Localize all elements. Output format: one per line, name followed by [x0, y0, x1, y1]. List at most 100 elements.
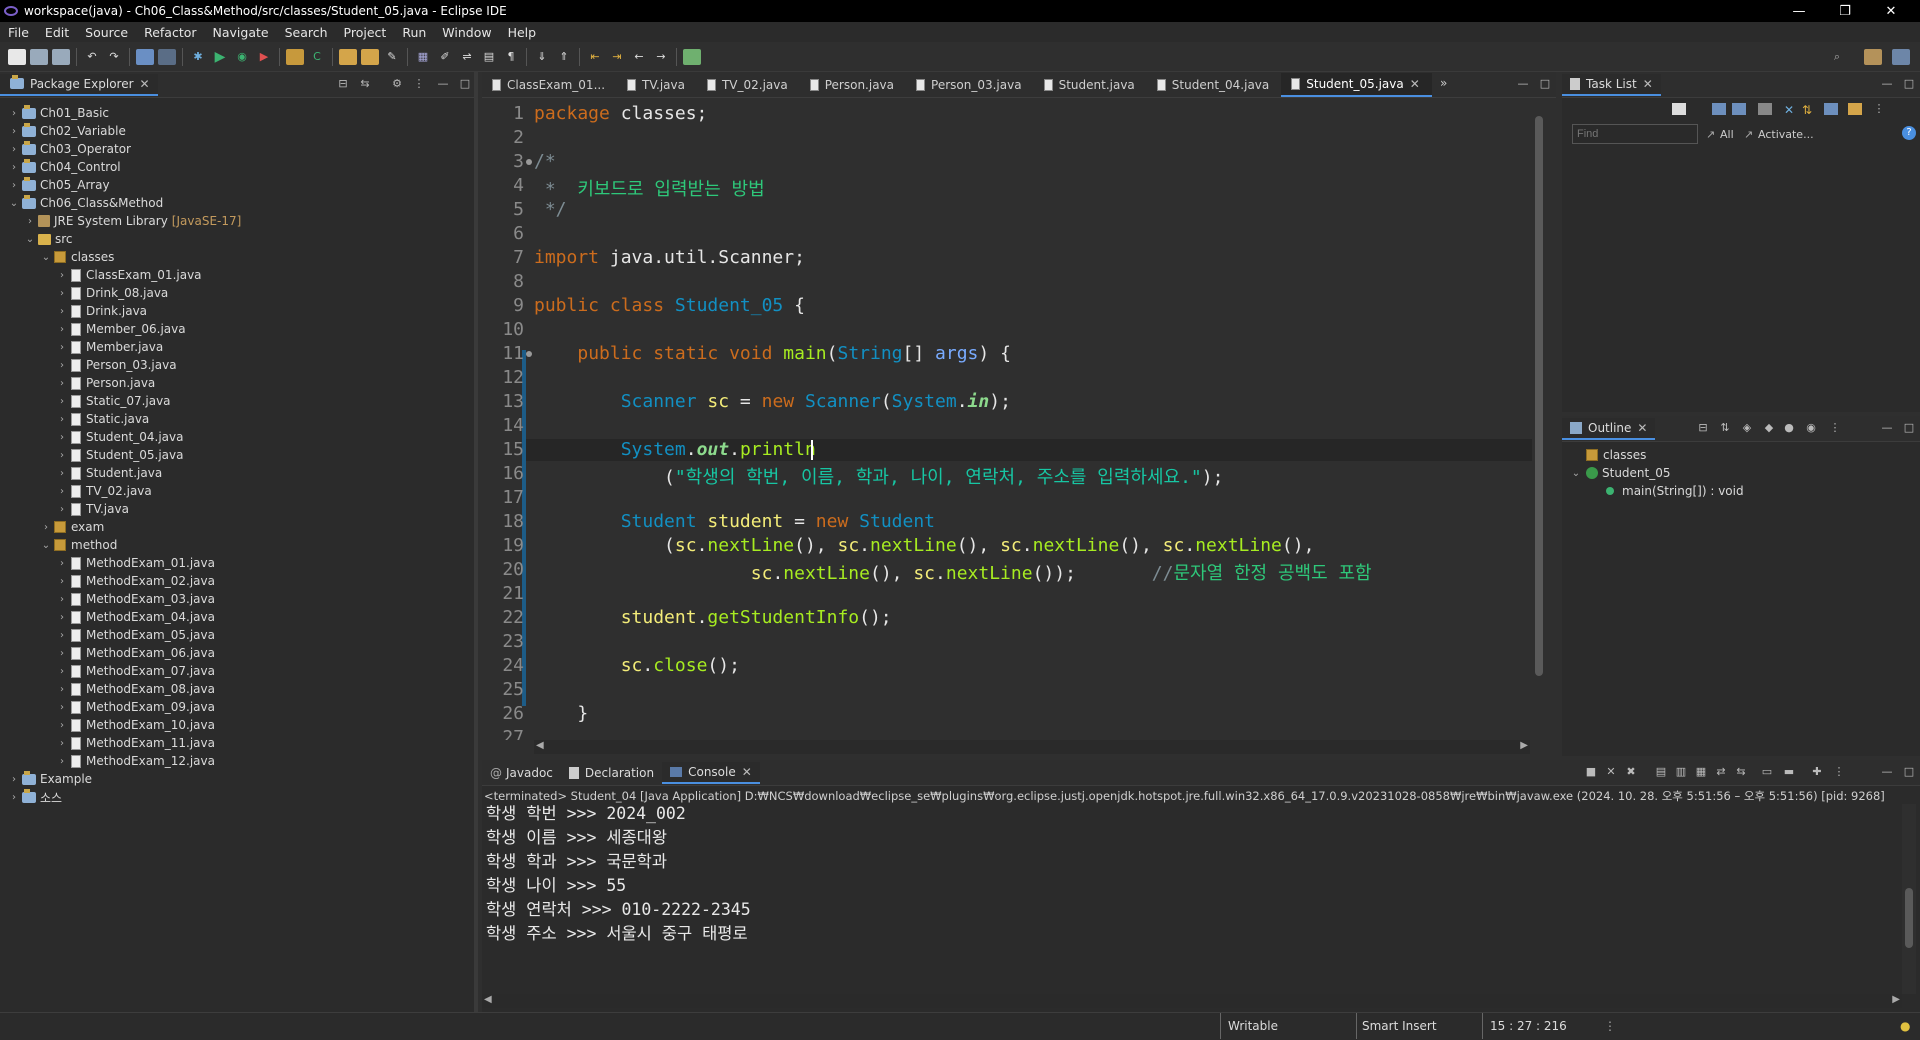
chevron-right-icon[interactable]: › — [8, 162, 20, 173]
scroll-left-icon[interactable]: ◀ — [536, 740, 544, 751]
tree-item[interactable]: › Ch05_Array — [8, 176, 110, 194]
sort-icon[interactable]: ⇅ — [1718, 422, 1732, 434]
code-line[interactable]: sc.close(); — [534, 655, 740, 676]
open-task-icon[interactable] — [361, 48, 379, 65]
fold-marker-icon[interactable] — [526, 351, 532, 357]
chevron-right-icon[interactable]: › — [8, 126, 20, 137]
tab-outline[interactable]: Outline ✕ — [1562, 417, 1656, 440]
tree-item[interactable]: › Member.java — [56, 338, 163, 356]
menu-file[interactable]: File — [0, 25, 37, 40]
tree-item[interactable]: ⌄ classes — [40, 248, 115, 266]
close-icon[interactable]: ✕ — [1637, 421, 1647, 435]
editor-tab[interactable]: ClassExam_01... — [482, 73, 617, 97]
categorize-icon[interactable] — [1712, 103, 1726, 115]
tree-item[interactable]: › MethodExam_07.java — [56, 662, 215, 680]
chevron-right-icon[interactable]: › — [56, 630, 68, 641]
lightbulb-icon[interactable]: ● — [1900, 1019, 1910, 1033]
close-icon[interactable]: ✕ — [742, 765, 752, 779]
chevron-down-icon[interactable]: ⌄ — [1570, 468, 1582, 479]
collapse-icon[interactable]: ✕ — [1784, 103, 1798, 117]
new-icon[interactable] — [8, 48, 26, 65]
chevron-right-icon[interactable]: › — [40, 522, 52, 533]
show-whitespace-icon[interactable]: ¶ — [502, 49, 520, 65]
code-line[interactable]: sc.nextLine(), sc.nextLine()); //문자열 한정 … — [534, 559, 1372, 585]
tree-item[interactable]: › MethodExam_12.java — [56, 752, 215, 770]
chevron-right-icon[interactable]: › — [56, 324, 68, 335]
code-line[interactable]: */ — [534, 199, 567, 220]
close-icon[interactable]: ✕ — [140, 77, 150, 91]
chevron-right-icon[interactable]: › — [56, 684, 68, 695]
chevron-right-icon[interactable]: › — [56, 504, 68, 515]
editor-tab[interactable]: Person.java — [800, 73, 906, 97]
chevron-right-icon[interactable]: › — [56, 720, 68, 731]
chevron-right-icon[interactable]: › — [56, 414, 68, 425]
scroll-left-icon[interactable]: ◀ — [484, 994, 492, 1005]
console-vertical-scrollbar[interactable] — [1902, 804, 1916, 994]
menu-search[interactable]: Search — [277, 25, 336, 40]
search-icon[interactable]: ⌕ — [1828, 49, 1846, 65]
console-scroll-thumb[interactable] — [1905, 888, 1913, 948]
collapse-all-icon[interactable]: ⊟ — [336, 78, 350, 90]
code-line[interactable]: import java.util.Scanner; — [534, 247, 805, 268]
word-wrap-icon[interactable]: ▦ — [1694, 766, 1708, 778]
code-line[interactable]: package classes; — [534, 103, 707, 124]
link-with-editor-icon[interactable]: ⇆ — [358, 78, 372, 90]
maximize-view-icon[interactable]: □ — [1902, 78, 1916, 90]
console-horizontal-scrollbar[interactable]: ◀ ▶ — [482, 994, 1902, 1008]
annotation-icon[interactable]: ✐ — [436, 49, 454, 65]
chevron-right-icon[interactable]: › — [8, 180, 20, 191]
tree-item[interactable]: › MethodExam_03.java — [56, 590, 215, 608]
outline-item[interactable]: ⌄ Student_05 — [1570, 464, 1671, 482]
console-output[interactable]: 학생 학번 >>> 2024_002 학생 이름 >>> 세종대왕 학생 학과 >>… — [486, 802, 751, 946]
open-console-icon[interactable]: ✚ — [1810, 766, 1824, 778]
insert-mode-status[interactable]: Smart Insert — [1362, 1019, 1437, 1033]
schedule-icon[interactable] — [1732, 103, 1746, 115]
close-icon[interactable]: ✕ — [1643, 77, 1653, 91]
tree-item[interactable]: ⌄ src — [24, 230, 73, 248]
chevron-right-icon[interactable]: › — [24, 216, 36, 227]
hide-nonpublic-icon[interactable]: ● — [1782, 422, 1796, 434]
tree-item[interactable]: › MethodExam_05.java — [56, 626, 215, 644]
editor-tab[interactable]: Person_03.java — [906, 73, 1034, 97]
new-class-icon[interactable]: C — [308, 49, 326, 65]
open-type-icon[interactable] — [339, 48, 357, 65]
minimize-view-icon[interactable]: — — [1880, 766, 1894, 778]
chevron-right-icon[interactable]: › — [56, 558, 68, 569]
scroll-right-icon[interactable]: ▶ — [1520, 740, 1528, 751]
save-all-icon[interactable] — [52, 48, 70, 65]
forward-icon[interactable]: → — [652, 49, 670, 65]
tree-item[interactable]: › TV_02.java — [56, 482, 152, 500]
editor-tab[interactable]: TV.java — [617, 73, 697, 97]
status-menu-icon[interactable]: ⋮ — [1604, 1019, 1616, 1033]
skip-breakpoints-icon[interactable] — [158, 48, 176, 65]
word-wrap-icon[interactable]: ⇌ — [458, 49, 476, 65]
tabs-overflow-button[interactable]: » — [1440, 76, 1447, 90]
prev-annotation-icon[interactable]: ⇑ — [555, 49, 573, 65]
tree-item[interactable]: › MethodExam_10.java — [56, 716, 215, 734]
menu-edit[interactable]: Edit — [37, 25, 77, 40]
code-line[interactable]: Scanner sc = new Scanner(System.in); — [534, 391, 1011, 412]
tree-item[interactable]: › MethodExam_02.java — [56, 572, 215, 590]
tree-item[interactable]: › MethodExam_06.java — [56, 644, 215, 662]
debug-icon[interactable]: ✱ — [189, 49, 207, 65]
remove-all-icon[interactable]: ✖ — [1624, 766, 1638, 778]
minimize-view-icon[interactable]: — — [1880, 78, 1894, 90]
tree-item[interactable]: › MethodExam_04.java — [56, 608, 215, 626]
fold-marker-icon[interactable] — [526, 159, 532, 165]
tree-item[interactable]: › 소스 — [8, 788, 62, 806]
redo-icon[interactable]: ↷ — [105, 49, 123, 65]
chevron-right-icon[interactable]: › — [56, 306, 68, 317]
maximize-view-icon[interactable]: □ — [1902, 422, 1916, 434]
code-line[interactable]: ("학생의 학번, 이름, 학과, 나이, 연락처, 주소를 입력하세요."); — [534, 463, 1223, 489]
editor-minimize-icon[interactable]: — — [1516, 78, 1530, 90]
view-menu-icon[interactable]: ⋮ — [1872, 103, 1886, 115]
coverage-icon[interactable]: ◉ — [233, 49, 251, 65]
terminal-icon[interactable] — [136, 48, 154, 65]
chevron-right-icon[interactable]: › — [56, 468, 68, 479]
show-stderr-icon[interactable]: ⇆ — [1734, 766, 1748, 778]
tab-package-explorer[interactable]: Package Explorer ✕ — [0, 73, 158, 96]
minimize-view-icon[interactable]: — — [436, 78, 450, 90]
hide-static-icon[interactable]: ◆ — [1762, 422, 1776, 434]
chevron-right-icon[interactable]: › — [56, 270, 68, 281]
editor-tab[interactable]: Student.java — [1034, 73, 1147, 97]
